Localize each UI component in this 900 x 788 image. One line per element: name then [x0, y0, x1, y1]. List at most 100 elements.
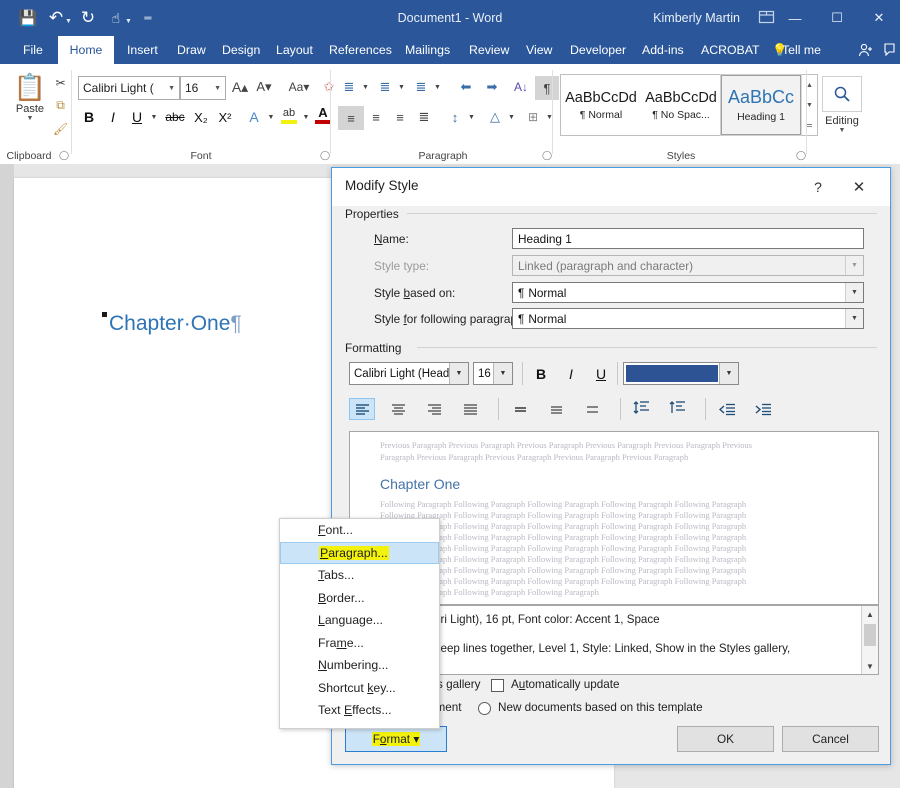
ok-button[interactable]: OK: [677, 726, 774, 752]
chevron-down-icon[interactable]: ▼: [845, 283, 863, 302]
sort-icon[interactable]: A↓: [509, 76, 533, 98]
dialog-italic-button[interactable]: I: [558, 362, 584, 386]
chevron-down-icon[interactable]: ▼: [168, 85, 179, 92]
multilevel-list-icon[interactable]: ≣: [410, 76, 432, 98]
highlight-dropdown-icon[interactable]: ▼: [300, 106, 312, 128]
align-center-button[interactable]: ≡: [364, 106, 388, 128]
scrollbar-thumb[interactable]: [864, 624, 876, 646]
editing-dropdown-icon[interactable]: ▼: [839, 127, 846, 134]
align-left-button[interactable]: ≡: [338, 106, 364, 130]
scroll-up-icon[interactable]: ▲: [862, 606, 878, 622]
style-based-on-combobox[interactable]: ¶ Normal ▼: [512, 282, 864, 303]
menu-item-shortcut-key[interactable]: Shortcut key...: [280, 677, 439, 700]
account-icon[interactable]: [858, 42, 874, 61]
superscript-button[interactable]: X²: [214, 106, 236, 128]
bullets-icon[interactable]: ≣: [338, 76, 360, 98]
clipboard-dialog-launcher[interactable]: ◯: [59, 150, 69, 161]
chevron-down-icon[interactable]: ▼: [719, 363, 738, 384]
format-button[interactable]: Format ▾: [345, 726, 447, 752]
tab-insert[interactable]: Insert: [118, 36, 167, 64]
line-spacing-1-5-button[interactable]: [543, 398, 569, 420]
close-button[interactable]: ✕: [858, 0, 900, 36]
text-effects-dropdown-icon[interactable]: ▼: [265, 106, 277, 128]
grow-font-icon[interactable]: A▴: [230, 76, 250, 98]
style-item-heading-1[interactable]: AaBbCc Heading 1: [720, 74, 802, 136]
justify-button[interactable]: ≣: [412, 106, 436, 128]
underline-button[interactable]: U: [127, 106, 147, 128]
menu-item-language[interactable]: Language...: [280, 609, 439, 632]
decrease-indent-icon[interactable]: ⬅: [454, 76, 478, 98]
align-right-button[interactable]: ≡: [388, 106, 412, 128]
cut-icon[interactable]: ✂: [52, 74, 69, 91]
tab-review[interactable]: Review: [460, 36, 518, 64]
tab-draw[interactable]: Draw: [168, 36, 215, 64]
shrink-font-icon[interactable]: A▾: [254, 76, 274, 98]
cancel-button[interactable]: Cancel: [782, 726, 879, 752]
menu-item-numbering[interactable]: Numbering...: [280, 654, 439, 677]
line-spacing-double-button[interactable]: [579, 398, 605, 420]
document-heading-text[interactable]: Chapter·One¶: [109, 312, 242, 336]
chevron-down-icon[interactable]: ▼: [214, 85, 225, 92]
editing-button[interactable]: Editing ▼: [822, 76, 862, 134]
scroll-down-icon[interactable]: ▼: [862, 658, 878, 674]
maximize-button[interactable]: ☐: [816, 0, 858, 36]
menu-item-paragraph[interactable]: Paragraph...: [280, 541, 439, 564]
dialog-bold-button[interactable]: B: [528, 362, 554, 386]
dialog-increase-indent-button[interactable]: [750, 398, 776, 420]
chevron-down-icon[interactable]: ▼: [449, 363, 468, 384]
style-name-input[interactable]: Heading 1: [512, 228, 864, 249]
numbering-dropdown-icon[interactable]: ▼: [396, 76, 407, 98]
dialog-align-center-button[interactable]: [385, 398, 411, 420]
paste-dropdown-icon[interactable]: ▼: [10, 115, 50, 122]
tab-mailings[interactable]: Mailings: [396, 36, 459, 64]
italic-button[interactable]: I: [103, 106, 123, 128]
bold-button[interactable]: B: [79, 106, 99, 128]
change-case-icon[interactable]: Aa▾: [284, 76, 314, 98]
dialog-align-right-button[interactable]: [421, 398, 447, 420]
line-spacing-single-button[interactable]: [507, 398, 533, 420]
account-name[interactable]: Kimberly Martin: [653, 0, 740, 36]
new-documents-radio[interactable]: [478, 702, 491, 715]
description-scrollbar[interactable]: ▲ ▼: [861, 606, 878, 674]
style-item-no-spacing[interactable]: AaBbCcDd ¶ No Spac...: [641, 75, 721, 135]
menu-item-text-effects[interactable]: Text Effects...: [280, 699, 439, 722]
paragraph-dialog-launcher[interactable]: ◯: [542, 150, 552, 161]
shading-icon[interactable]: △: [484, 106, 506, 128]
tab-home[interactable]: Home: [58, 36, 114, 64]
tab-design[interactable]: Design: [213, 36, 269, 64]
automatically-update-checkbox[interactable]: [491, 679, 504, 692]
line-spacing-dropdown-icon[interactable]: ▼: [466, 106, 477, 128]
menu-item-font[interactable]: Font...: [280, 519, 439, 542]
tab-layout[interactable]: Layout: [267, 36, 322, 64]
dialog-decrease-indent-button[interactable]: [714, 398, 740, 420]
share-icon[interactable]: [884, 42, 898, 61]
decrease-paragraph-spacing-button[interactable]: [664, 396, 690, 418]
help-button[interactable]: ?: [806, 176, 830, 198]
menu-item-border[interactable]: Border...: [280, 587, 439, 610]
tab-acrobat[interactable]: ACROBAT: [692, 36, 769, 64]
style-item-normal[interactable]: AaBbCcDd ¶ Normal: [561, 75, 641, 135]
dialog-font-name-combobox[interactable]: Calibri Light (Headin ▼: [349, 362, 469, 385]
bullets-dropdown-icon[interactable]: ▼: [360, 76, 371, 98]
dialog-font-color-picker[interactable]: ▼: [623, 362, 739, 385]
styles-gallery[interactable]: AaBbCcDd ¶ Normal AaBbCcDd ¶ No Spac... …: [560, 74, 818, 136]
copy-icon[interactable]: ⧉: [52, 97, 69, 114]
text-effects-icon[interactable]: A: [244, 106, 264, 128]
style-for-following-combobox[interactable]: ¶ Normal ▼: [512, 308, 864, 329]
menu-item-tabs[interactable]: Tabs...: [280, 564, 439, 587]
font-dialog-launcher[interactable]: ◯: [320, 150, 330, 161]
shading-dropdown-icon[interactable]: ▼: [506, 106, 517, 128]
dialog-close-button[interactable]: ✕: [846, 176, 872, 198]
strikethrough-button[interactable]: abc: [162, 106, 188, 128]
dialog-align-left-button[interactable]: [349, 398, 375, 420]
tab-developer[interactable]: Developer: [561, 36, 635, 64]
styles-dialog-launcher[interactable]: ◯: [796, 150, 806, 161]
menu-item-frame[interactable]: Frame...: [280, 632, 439, 655]
borders-dropdown-icon[interactable]: ▼: [544, 106, 555, 128]
paste-button[interactable]: 📋 Paste ▼: [10, 72, 50, 122]
subscript-button[interactable]: X₂: [190, 106, 212, 128]
tab-add-ins[interactable]: Add-ins: [633, 36, 693, 64]
font-name-box[interactable]: Calibri Light ( ▼: [78, 76, 180, 100]
multilevel-dropdown-icon[interactable]: ▼: [432, 76, 443, 98]
tell-me-box[interactable]: 💡Tell me: [772, 36, 821, 64]
